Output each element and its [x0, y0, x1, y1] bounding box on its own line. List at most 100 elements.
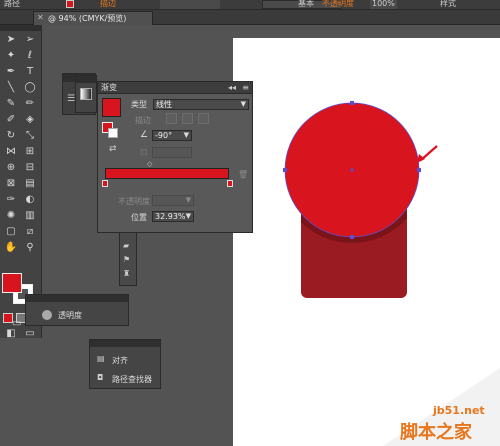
change-screen-mode-icon[interactable]: ▭ [12, 318, 21, 329]
opacity-value[interactable]: 100% [370, 0, 397, 9]
document-tab[interactable]: ✕ @ 94% (CMYK/预览) [33, 11, 153, 25]
paintbrush-tool-icon[interactable]: ✎ [3, 97, 19, 111]
eraser-tool-icon[interactable]: ◈ [22, 113, 38, 127]
width-tool-icon[interactable]: ⋈ [3, 145, 19, 159]
type-tool-icon[interactable]: T [22, 65, 38, 79]
gradient-swatch[interactable] [102, 98, 121, 117]
location-value: 32.93% [155, 212, 186, 221]
control-bar: 路径 描边 基本 不透明度 100% 样式 [0, 0, 500, 10]
panel-menu-icon[interactable]: ≡ [242, 82, 249, 93]
gradient-dock-bar[interactable] [76, 76, 96, 83]
opacity-label: 不透明度 [118, 197, 150, 206]
pen-tool-icon[interactable]: ✒ [3, 65, 19, 79]
graphic-styles-icon[interactable]: ▰ [123, 241, 135, 251]
gradient-type-select[interactable]: 线性 ▼ [153, 99, 249, 110]
shape-builder-tool-icon[interactable]: ⊕ [3, 161, 19, 175]
selection-type-label: 路径 [4, 0, 20, 8]
fill-color-chip[interactable] [66, 0, 74, 8]
artwork-canvas[interactable] [233, 38, 500, 446]
fill-color-swatch[interactable] [2, 273, 22, 293]
watermark-site: jb51.net [433, 404, 485, 417]
gradient-panel-titlebar[interactable]: 渐变 ◂◂ ≡ [98, 82, 252, 94]
column-graph-tool-icon[interactable]: ▥ [22, 209, 38, 223]
blend-tool-icon[interactable]: ◐ [22, 193, 38, 207]
eyedropper-tool-icon[interactable]: ✑ [3, 193, 19, 207]
ellipse-tool-icon[interactable]: ◯ [22, 81, 38, 95]
gradient-panel-icon[interactable] [80, 88, 92, 100]
gradient-stop-right[interactable] [227, 180, 233, 187]
symbol-sprayer-tool-icon[interactable]: ✺ [3, 209, 19, 223]
aspect-ratio-icon: ⊡ [140, 148, 148, 158]
align-label[interactable]: 对齐 [112, 355, 128, 366]
screen-mode-icon[interactable]: ▭ [22, 327, 38, 341]
direct-selection-tool-icon[interactable]: ➢ [22, 33, 38, 47]
align-panel-bar[interactable] [90, 340, 160, 347]
fill-stroke-toggle[interactable] [102, 122, 118, 138]
magic-wand-tool-icon[interactable]: ✦ [3, 49, 19, 63]
anchor-point-right[interactable] [417, 168, 421, 172]
free-transform-tool-icon[interactable]: ⊞ [22, 145, 38, 159]
midpoint-diamond-icon[interactable]: ◇ [147, 160, 152, 168]
blob-brush-tool-icon[interactable]: ✐ [3, 113, 19, 127]
align-icon[interactable]: ▤ [97, 354, 105, 363]
stroke-label: 描边 [135, 116, 151, 125]
selection-tool-icon[interactable]: ➤ [3, 33, 19, 47]
opacity-label[interactable]: 不透明度 [322, 0, 354, 9]
panel-menu-icon[interactable]: ☰ [67, 94, 75, 104]
transparency-panel-bar[interactable] [26, 295, 128, 302]
stroke-label[interactable]: 描边 [100, 0, 116, 9]
anchor-point-left[interactable] [283, 168, 287, 172]
zoom-tool-icon[interactable]: ⚲ [22, 241, 38, 255]
collapse-icon[interactable]: ◂◂ [228, 82, 236, 93]
tools-panel-bar[interactable] [0, 25, 41, 31]
pathfinder-label[interactable]: 路径查找器 [112, 374, 152, 385]
hand-tool-icon[interactable]: ✋ [3, 241, 19, 255]
watermark-logo: 脚本之家 [400, 422, 472, 443]
style-label: 样式 [440, 0, 456, 8]
gradient-slider[interactable] [105, 168, 229, 179]
trash-icon[interactable]: 🗑 [238, 170, 248, 179]
tools-panel: ➤ ➢ ✦ ℓ ✒ T ╲ ◯ ✎ ✏ ✐ ◈ ↻ ⤡ ⋈ ⊞ ⊕ ⊟ ⊠ ▤ … [0, 25, 42, 341]
line-tool-icon[interactable]: ╲ [3, 81, 19, 95]
scale-tool-icon[interactable]: ⤡ [22, 129, 38, 143]
perspective-grid-tool-icon[interactable]: ⊟ [22, 161, 38, 175]
pencil-tool-icon[interactable]: ✏ [22, 97, 38, 111]
anchor-point-bottom[interactable] [350, 235, 354, 239]
chevron-down-icon: ▼ [240, 100, 246, 108]
stroke-within-button[interactable] [166, 113, 177, 124]
gradient-stop-left[interactable] [102, 180, 108, 187]
angle-input[interactable]: -90° ▼ [152, 130, 192, 141]
pathfinder-icon[interactable]: ◘ [97, 373, 103, 382]
reverse-gradient-icon[interactable]: ⇄ [109, 144, 117, 154]
close-icon[interactable]: ✕ [37, 14, 45, 22]
chevron-down-icon: ▼ [185, 212, 191, 220]
angle-value: -90° [155, 131, 173, 140]
red-arrow-icon [417, 145, 438, 163]
stroke-weight-field[interactable] [160, 0, 220, 9]
mesh-tool-icon[interactable]: ⊠ [3, 177, 19, 191]
symbols-icon[interactable]: ⚑ [123, 255, 135, 265]
brushes-icon[interactable]: ♜ [123, 269, 135, 279]
draw-mode-icon[interactable]: ◧ [3, 327, 19, 341]
gradient-tool-icon[interactable]: ▤ [22, 177, 38, 191]
brush-definition-label: 基本 [298, 0, 314, 8]
gradient-panel: 渐变 ◂◂ ≡ 类型 线性 ▼ 描边 ∠ -90° ▼ ⊡ ⇄ ◇ 🗑 不透明度… [97, 81, 253, 233]
anchor-point-top[interactable] [350, 101, 354, 105]
chevron-down-icon: ▼ [185, 196, 191, 204]
rotate-tool-icon[interactable]: ↻ [3, 129, 19, 143]
aspect-ratio-input[interactable] [152, 147, 192, 158]
circle-center-point[interactable] [350, 168, 354, 172]
transparency-icon[interactable] [42, 310, 52, 320]
stroke-along-button[interactable] [182, 113, 193, 124]
opacity-input[interactable]: ▼ [152, 195, 194, 206]
transparency-label[interactable]: 透明度 [58, 310, 82, 321]
document-tab-title: @ 94% (CMYK/预览) [48, 14, 127, 23]
gradient-panel-title: 渐变 [101, 83, 117, 92]
artboard-tool-icon[interactable]: ▢ [3, 225, 19, 239]
chevron-down-icon: ▼ [183, 131, 189, 139]
lasso-tool-icon[interactable]: ℓ [22, 49, 38, 63]
location-input[interactable]: 32.93% ▼ [152, 211, 194, 222]
side-icon-dock: ▰ ⚑ ♜ [119, 232, 137, 286]
stroke-across-button[interactable] [198, 113, 209, 124]
slice-tool-icon[interactable]: ⧄ [22, 225, 38, 239]
